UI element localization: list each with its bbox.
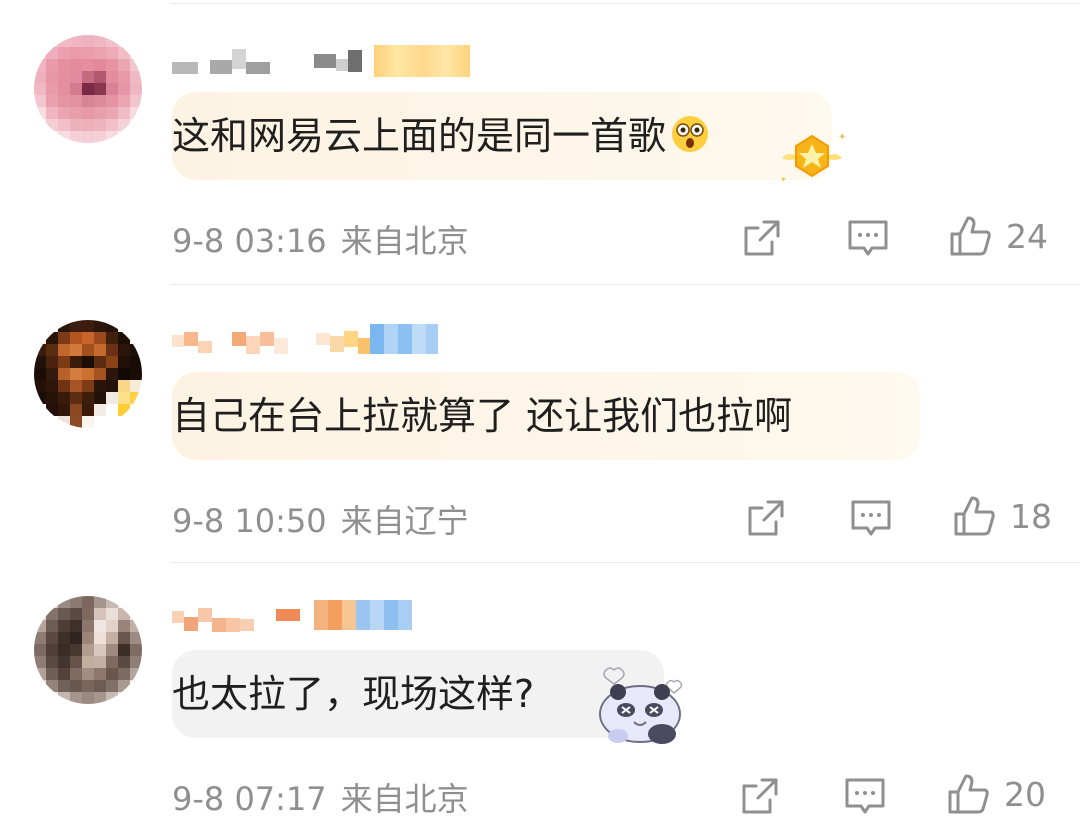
like-count: 24 bbox=[1006, 216, 1048, 256]
share-button[interactable] bbox=[738, 774, 782, 818]
reply-button[interactable] bbox=[846, 216, 890, 260]
comment-meta: 9-8 03:16 来自北京 bbox=[172, 216, 469, 262]
like-button[interactable]: 18 bbox=[952, 494, 1052, 538]
comment-bubble[interactable]: 这和网易云上面的是同一首歌 bbox=[172, 92, 832, 180]
avatar-mosaic bbox=[34, 596, 142, 704]
shocked-face-emoji bbox=[670, 114, 710, 158]
avatar[interactable] bbox=[34, 35, 142, 143]
like-button[interactable]: 20 bbox=[946, 772, 1046, 816]
comment-text: 也太拉了，现场这样? bbox=[172, 672, 535, 716]
reply-button[interactable] bbox=[849, 496, 893, 540]
reply-icon bbox=[845, 778, 885, 814]
like-button[interactable]: 24 bbox=[948, 214, 1048, 258]
svg-text:✦: ✦ bbox=[780, 175, 787, 184]
share-icon bbox=[742, 778, 778, 814]
username-redacted[interactable] bbox=[172, 598, 412, 632]
comment-location: 来自北京 bbox=[340, 780, 469, 818]
comment-bubble[interactable]: 自己在台上拉就算了 还让我们也拉啊 bbox=[172, 372, 920, 460]
gold-badge-icon: ✦ ✦ bbox=[776, 128, 848, 190]
comment-meta: 9-8 07:17 来自北京 bbox=[172, 774, 469, 820]
comment-meta: 9-8 10:50 来自辽宁 bbox=[172, 496, 469, 542]
comment-text: 这和网易云上面的是同一首歌 bbox=[172, 114, 667, 158]
username-redacted[interactable] bbox=[172, 322, 438, 356]
divider bbox=[170, 284, 1080, 285]
share-button[interactable] bbox=[744, 496, 788, 540]
avatar-mosaic bbox=[34, 35, 142, 143]
comment-location: 来自辽宁 bbox=[340, 502, 469, 540]
divider bbox=[170, 562, 1080, 563]
divider bbox=[170, 3, 1080, 4]
comment-time: 9-8 03:16 bbox=[172, 222, 327, 260]
username-redacted[interactable] bbox=[172, 44, 470, 78]
reply-button[interactable] bbox=[843, 774, 887, 818]
avatar[interactable] bbox=[34, 596, 142, 704]
comment-text: 自己在台上拉就算了 还让我们也拉啊 bbox=[172, 394, 793, 438]
avatar-mosaic bbox=[34, 320, 142, 428]
like-count: 20 bbox=[1004, 774, 1046, 814]
share-button[interactable] bbox=[740, 216, 784, 260]
comment-bubble[interactable]: 也太拉了，现场这样? bbox=[172, 650, 664, 738]
share-icon bbox=[744, 220, 780, 256]
reply-icon bbox=[848, 220, 888, 256]
thumbs-up-icon bbox=[954, 496, 995, 536]
comment-time: 9-8 10:50 bbox=[172, 502, 327, 540]
panda-sticker bbox=[596, 664, 688, 754]
avatar[interactable] bbox=[34, 320, 142, 428]
reply-icon bbox=[851, 500, 891, 536]
comment-time: 9-8 07:17 bbox=[172, 780, 327, 818]
thumbs-up-icon bbox=[950, 216, 991, 256]
share-icon bbox=[748, 500, 784, 536]
like-count: 18 bbox=[1010, 496, 1052, 536]
svg-text:✦: ✦ bbox=[838, 132, 846, 143]
thumbs-up-icon bbox=[948, 774, 989, 814]
comment-location: 来自北京 bbox=[340, 222, 469, 260]
